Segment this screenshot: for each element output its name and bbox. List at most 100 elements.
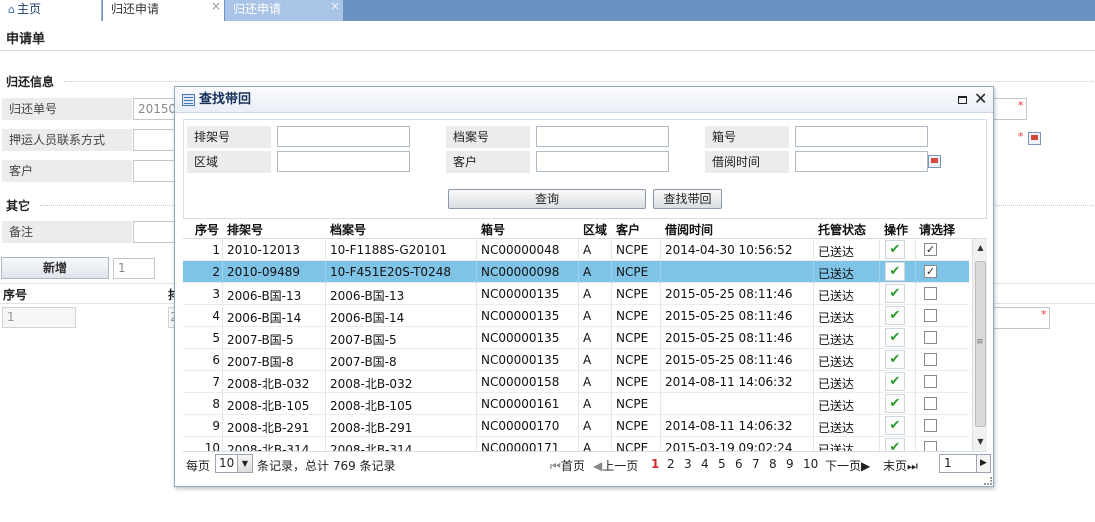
query-button[interactable]: 查询 [448,189,646,209]
select-checkbox[interactable] [924,419,937,432]
cell-divider [222,327,223,349]
scroll-down-icon[interactable]: ▼ [976,437,985,446]
goto-page-icon[interactable]: ▶ [977,454,991,473]
grid-scrollbar[interactable]: ▲ ≡ ▼ [972,239,987,451]
cell-divider [578,437,579,451]
select-checkbox[interactable]: ✓ [924,243,937,256]
dialog-title-bar[interactable]: 查找带回 ✕ [175,87,993,113]
table-row[interactable]: 5 2007-B国-5 2007-B国-5 NC00000135 A NCPE 2015-0… [183,327,969,349]
borrow-time-input[interactable] [795,151,928,172]
table-row[interactable]: 6 2007-B国-8 2007-B国-8 NC00000135 A NCPE 2015-0… [183,349,969,371]
table-row[interactable]: 9 2008-北B-291 2008-北B-291 NC00000170 A NCPE 20… [183,415,969,437]
page-link-1[interactable]: 1 [651,457,659,471]
cell-seq: 5 [212,331,220,345]
page-size-select[interactable]: 10 ▼ [215,454,253,473]
page-link-9[interactable]: 9 [786,457,794,471]
table-row[interactable]: 4 2006-B国-14 2006-B国-14 NC00000135 A NCPE 2015… [183,305,969,327]
required-mark: * [1018,130,1024,143]
page-link-8[interactable]: 8 [769,457,777,471]
next-page-label: 下一页 [825,459,862,473]
close-icon[interactable]: × [330,0,340,16]
check-icon[interactable]: ✔ [885,416,905,435]
page-link-7[interactable]: 7 [752,457,760,471]
lookup-return-button[interactable]: 查找带回 [653,189,722,209]
close-icon[interactable]: × [211,0,221,16]
page-link-10[interactable]: 10 [803,457,818,471]
cell-divider [879,261,880,283]
cell-time: 2015-05-25 08:11:46 [665,287,793,301]
cell-divider [611,437,612,451]
table-row[interactable]: 3 2006-B国-13 2006-B国-13 NC00000135 A NCPE 2015… [183,283,969,305]
table-row[interactable]: 2 2010-09489 10-F451E20S-T0248 NC00000098 A N… [183,261,969,283]
tab-return-apply-1[interactable]: 归还申请 × [103,0,224,21]
table-row[interactable]: 8 2008-北B-105 2008-北B-105 NC00000161 A NCPE 已送… [183,393,969,415]
check-icon[interactable]: ✔ [885,284,905,303]
select-checkbox[interactable] [924,397,937,410]
cell-box: NC00000135 [481,353,560,367]
select-checkbox[interactable] [924,375,937,388]
maximize-icon[interactable] [958,96,967,104]
cell-divider [611,239,612,261]
calendar-icon[interactable] [1028,132,1041,145]
cell-divider [879,239,880,261]
area-input[interactable] [277,151,410,172]
page-link-5[interactable]: 5 [718,457,726,471]
resize-handle[interactable] [984,477,992,485]
page-link-2[interactable]: 2 [667,457,675,471]
check-icon[interactable]: ✔ [885,372,905,391]
page-link-6[interactable]: 6 [735,457,743,471]
cell-divider [660,327,661,349]
scroll-up-icon[interactable]: ▲ [976,243,985,252]
page-link-4[interactable]: 4 [701,457,709,471]
cell-customer: NCPE [616,419,649,433]
prev-page-link[interactable]: ◀上一页 [593,457,638,474]
close-icon[interactable]: ✕ [974,89,987,109]
select-checkbox[interactable] [924,287,937,300]
cell-box: NC00000170 [481,419,560,433]
tab-label: 归还申请 [111,2,160,16]
cell-area: A [583,419,592,433]
shelf-no-input[interactable] [277,126,410,147]
cell-divider [660,415,661,437]
box-no-input[interactable] [795,126,928,147]
page-link-3[interactable]: 3 [684,457,692,471]
select-checkbox[interactable] [924,309,937,322]
table-row[interactable]: 7 2008-北B-032 2008-北B-032 NC00000158 A NCPE 20… [183,371,969,393]
select-checkbox[interactable] [924,353,937,366]
select-checkbox[interactable]: ✓ [924,265,937,278]
check-icon[interactable]: ✔ [885,262,905,281]
first-page-link[interactable]: ⏮首页 [550,457,585,474]
table-row[interactable]: 1 2010-12013 10-F1188S-G20101 NC00000048 A NC… [183,239,969,261]
cell-seq: 2 [212,265,220,279]
check-icon[interactable]: ✔ [885,328,905,347]
search-panel: 排架号 档案号 箱号 区域 客户 借阅时间 查询 查找带回 [183,119,987,219]
grid-body: 1 2010-12013 10-F1188S-G20101 NC00000048 A NC… [183,239,987,451]
cell-divider [476,393,477,415]
tab-home[interactable]: ⌂ 主页 [0,0,102,21]
check-icon[interactable]: ✔ [885,394,905,413]
select-checkbox[interactable] [924,331,937,344]
add-button[interactable]: 新增 [1,257,109,279]
table-row[interactable]: 10 2008-北B-314 2008-北B-314 NC00000171 A NCPE 2… [183,437,969,451]
check-icon[interactable]: ✔ [885,438,905,451]
calendar-icon[interactable] [928,155,941,168]
check-icon[interactable]: ✔ [885,306,905,325]
customer-input[interactable] [536,151,669,172]
chevron-down-icon[interactable]: ▼ [237,455,252,472]
tab-return-apply-2[interactable]: 归还申请 × [225,0,343,21]
escort-contact-label: 押运人员联系方式 [2,129,132,151]
add-quantity-input[interactable]: 1 [113,258,155,279]
grid-header: 序号 排架号 档案号 箱号 区域 客户 借阅时间 托管状态 操作 请选择 [183,219,987,239]
last-page-link[interactable]: 末页⏭ [883,457,918,474]
archive-no-input[interactable] [536,126,669,147]
goto-page-input[interactable]: 1 [939,454,977,473]
cell-divider [578,327,579,349]
customer-label: 客户 [446,151,530,173]
next-page-link[interactable]: 下一页▶ [825,457,870,474]
check-icon[interactable]: ✔ [885,240,905,259]
check-icon[interactable]: ✔ [885,350,905,369]
required-mark: * [1018,99,1024,112]
cell-divider [611,371,612,393]
cell-divider [915,305,916,327]
select-checkbox[interactable] [924,441,937,451]
